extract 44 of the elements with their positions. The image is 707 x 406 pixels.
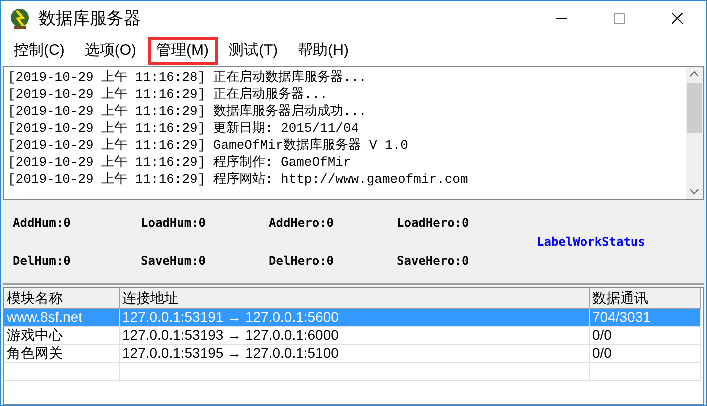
log-line: [2019-10-29 上午 11:16:29] 更新日期: 2015/11/04 [8, 120, 360, 137]
stat-label: LoadHero:0 [397, 214, 470, 232]
log-line: [2019-10-29 上午 11:16:29] GameOfMir数据库服务器 V 1.0 [8, 137, 408, 154]
stat-label: DelHum:0 [13, 252, 71, 270]
log-line: [2019-10-29 上午 11:16:29] 数据库服务器启动成功... [8, 103, 367, 120]
scroll-down-icon[interactable] [690, 189, 699, 195]
close-icon [672, 13, 682, 24]
table-cell: 127.0.0.1:53191 → 127.0.0.1:5600 [122, 309, 339, 325]
app-icon [9, 8, 31, 30]
maximize-icon [614, 13, 624, 24]
table-cell: 游戏中心 [7, 327, 63, 343]
menu-item[interactable]: 选项(O) [76, 37, 146, 65]
table-cell: 角色网关 [7, 345, 63, 361]
table-cell: 704/3031 [592, 309, 651, 325]
stat-label: SaveHum:0 [141, 252, 206, 270]
log-line: [2019-10-29 上午 11:16:28] 正在启动数据库服务器... [8, 69, 367, 86]
column-header[interactable]: 模块名称 [4, 288, 119, 308]
menu-item[interactable]: 测试(T) [220, 37, 288, 65]
stat-label: DelHero:0 [269, 252, 334, 270]
stat-label: AddHero:0 [269, 214, 334, 232]
log-line: [2019-10-29 上午 11:16:29] 正在启动服务器... [8, 86, 328, 103]
table-cell: 127.0.0.1:53195 → 127.0.0.1:5100 [122, 345, 339, 361]
minimize-icon [556, 18, 566, 19]
menu-item[interactable]: 管理(M) [148, 37, 218, 65]
scrollbar[interactable] [686, 67, 703, 199]
log-line: [2019-10-29 上午 11:16:29] 程序制作: GameOfMir [8, 154, 352, 171]
table-cell: 0/0 [592, 345, 612, 361]
window-title: 数据库服务器 [39, 8, 141, 30]
column-header[interactable]: 数据通讯 [589, 288, 700, 308]
scroll-thumb[interactable] [687, 83, 702, 133]
stat-label: LoadHum:0 [141, 214, 206, 232]
column-header[interactable]: 连接地址 [119, 288, 589, 308]
menu-item[interactable]: 控制(C) [5, 37, 74, 65]
log-line: [2019-10-29 上午 11:16:29] 程序网站: http://www.gameofmir.com [8, 171, 468, 188]
table-cell: www.8sf.net [7, 309, 82, 325]
table-row[interactable]: 角色网关 127.0.0.1:53195 → 127.0.0.1:5100 0/0 [4, 344, 700, 362]
menu-item[interactable]: 帮助(H) [289, 37, 358, 65]
stat-label: SaveHero:0 [397, 252, 470, 270]
work-status-label: LabelWorkStatus [537, 234, 646, 250]
scroll-up-icon[interactable] [690, 71, 699, 77]
table-cell: 0/0 [592, 327, 612, 343]
table-row[interactable]: 游戏中心 127.0.0.1:53193 → 127.0.0.1:6000 0/0 [4, 326, 700, 344]
table-cell: 127.0.0.1:53193 → 127.0.0.1:6000 [122, 327, 339, 343]
stat-label: AddHum:0 [13, 214, 71, 232]
